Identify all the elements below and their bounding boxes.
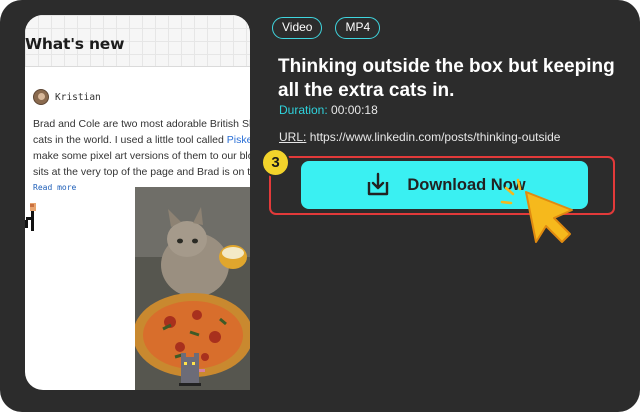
cursor-pointer-icon [500, 178, 573, 243]
app-frame: What's new Kristian Brad and Cole are tw… [0, 0, 640, 412]
author-name: Kristian [55, 91, 101, 103]
tag-mp4: MP4 [335, 17, 381, 39]
duration-label: Duration: [279, 103, 328, 117]
preview-body-text: Brad and Cole are two most adorable Brit… [33, 116, 250, 180]
author-row: Kristian [33, 89, 101, 105]
piskel-link[interactable]: Piskel [227, 134, 250, 146]
tag-video: Video [272, 17, 323, 39]
url-label: URL: [279, 130, 307, 144]
step-number-badge: 3 [261, 148, 290, 177]
url-row: URL: https://www.linkedin.com/posts/thin… [279, 130, 560, 144]
format-tags: Video MP4 [272, 17, 381, 39]
body-text-part-1: Brad and Cole are two most adorable Brit… [33, 118, 250, 146]
preview-title: What's new [25, 35, 125, 53]
url-value[interactable]: https://www.linkedin.com/posts/thinking-… [310, 130, 561, 144]
download-icon [368, 172, 389, 196]
preview-header: What's new [25, 15, 250, 67]
page-preview-card: What's new Kristian Brad and Cole are tw… [25, 15, 250, 390]
duration-value: 00:00:18 [331, 103, 378, 117]
duration-row: Duration: 00:00:18 [279, 103, 378, 117]
video-title: Thinking outside the box but keeping all… [278, 56, 615, 101]
cat-pizza-photo [135, 187, 250, 390]
read-more-link[interactable]: Read more [33, 183, 76, 192]
avatar [33, 89, 49, 105]
pixel-cat-sprite [25, 203, 36, 231]
